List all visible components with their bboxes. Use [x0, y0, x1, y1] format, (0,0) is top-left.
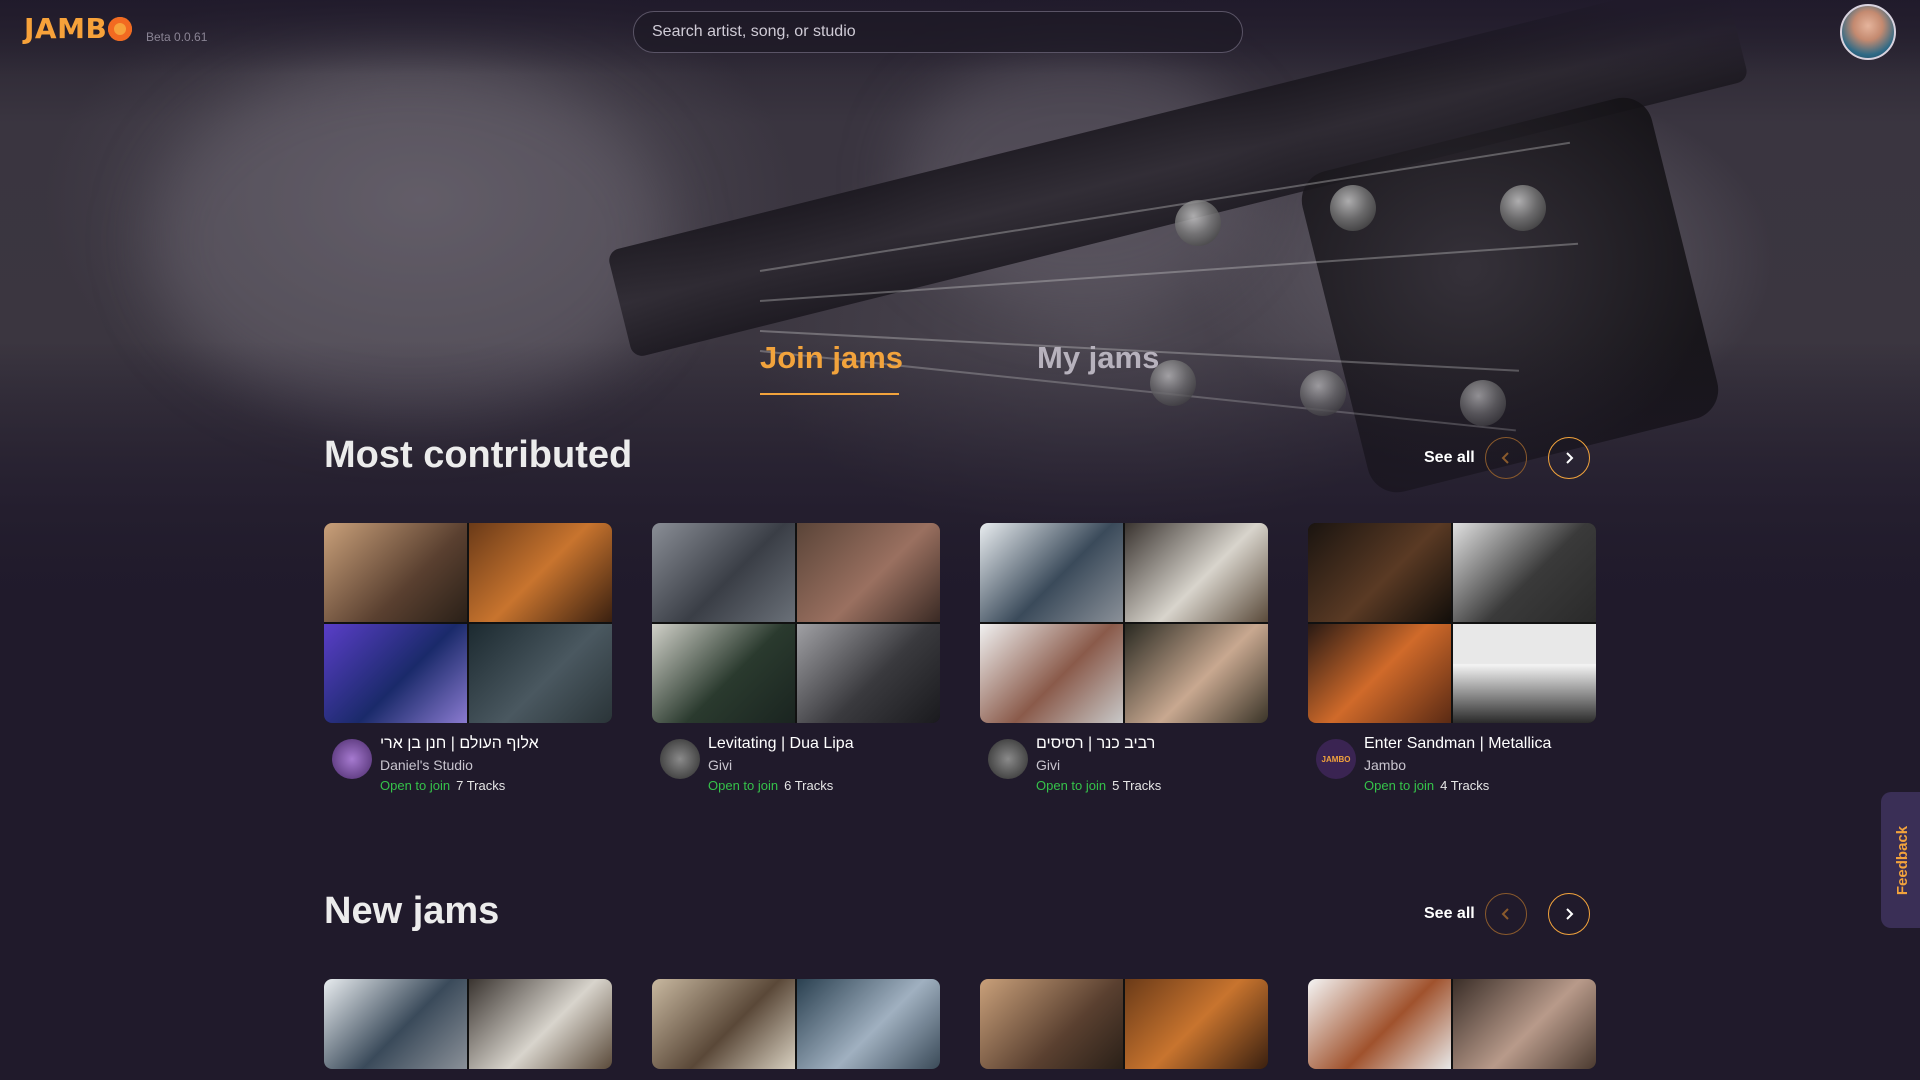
open-to-join-label: Open to join [1364, 778, 1435, 793]
studio-avatar [660, 739, 700, 779]
participant-thumbnail [1125, 523, 1268, 622]
track-count: 6 Tracks [784, 778, 834, 793]
jam-status: Open to join 7 Tracks [380, 778, 505, 793]
studio-avatar [332, 739, 372, 779]
chevron-left-icon [1501, 908, 1509, 920]
jam-title: Enter Sandman | Metallica [1364, 735, 1552, 752]
user-avatar[interactable] [1840, 4, 1896, 60]
participant-thumbnail [1308, 523, 1451, 622]
participant-thumbnail [797, 624, 940, 723]
participant-thumbnail [1453, 979, 1596, 1069]
jam-thumbnail-grid [1308, 523, 1596, 723]
studio-avatar: JAMBO [1316, 739, 1356, 779]
jam-thumbnail-grid [652, 979, 940, 1069]
feedback-label: Feedback [1894, 825, 1912, 895]
carousel-prev-button[interactable] [1485, 893, 1527, 935]
jam-card[interactable]: JAMBO Enter Sandman | Metallica Jambo Op… [1308, 523, 1596, 803]
participant-thumbnail [469, 523, 612, 622]
participant-thumbnail [324, 624, 467, 723]
chevron-right-icon [1566, 452, 1574, 464]
jam-thumbnail-grid [324, 979, 612, 1069]
jam-thumbnail-grid [980, 979, 1268, 1069]
carousel-next-button[interactable] [1548, 437, 1590, 479]
participant-thumbnail [324, 979, 467, 1069]
participant-thumbnail [980, 979, 1123, 1069]
see-all-new-jams[interactable]: See all [1424, 905, 1475, 923]
jam-status: Open to join 4 Tracks [1364, 778, 1489, 793]
studio-name: Jambo [1364, 757, 1407, 773]
participant-thumbnail [652, 979, 795, 1069]
active-tab-indicator [760, 393, 899, 395]
participant-thumbnail [797, 979, 940, 1069]
track-count: 5 Tracks [1112, 778, 1162, 793]
participant-thumbnail [1125, 624, 1268, 723]
jam-title: רביב כנר | רסיסים [1036, 735, 1156, 752]
track-count: 7 Tracks [456, 778, 506, 793]
jam-card[interactable] [324, 979, 612, 1069]
participant-thumbnail [469, 979, 612, 1069]
chevron-right-icon [1566, 908, 1574, 920]
jam-title: Levitating | Dua Lipa [708, 735, 854, 752]
search-input[interactable] [633, 11, 1243, 53]
tab-join-jams[interactable]: Join jams [760, 340, 903, 376]
participant-thumbnail [1308, 624, 1451, 723]
participant-thumbnail [1125, 979, 1268, 1069]
version-label: Beta 0.0.61 [146, 30, 208, 44]
participant-thumbnail [652, 624, 795, 723]
jam-card[interactable]: Levitating | Dua Lipa Givi Open to join 6… [652, 523, 940, 803]
open-to-join-label: Open to join [380, 778, 451, 793]
studio-name: Daniel's Studio [380, 757, 473, 773]
jam-card[interactable]: אלוף העולם | חנן בן ארי Daniel's Studio … [324, 523, 612, 803]
open-to-join-label: Open to join [1036, 778, 1107, 793]
participant-thumbnail [1308, 979, 1451, 1069]
participant-thumbnail [797, 523, 940, 622]
jam-thumbnail-grid [652, 523, 940, 723]
section-title-new-jams: New jams [324, 890, 500, 932]
section-title-most-contributed: Most contributed [324, 434, 633, 476]
feedback-button[interactable]: Feedback [1881, 792, 1920, 928]
track-count: 4 Tracks [1440, 778, 1490, 793]
participant-thumbnail [324, 523, 467, 622]
participant-thumbnail [980, 523, 1123, 622]
studio-name: Givi [708, 757, 733, 773]
jam-card[interactable] [652, 979, 940, 1069]
hero-background-image [0, 0, 1920, 620]
see-all-most-contributed[interactable]: See all [1424, 449, 1475, 467]
jam-thumbnail-grid [980, 523, 1268, 723]
chevron-left-icon [1501, 452, 1509, 464]
studio-name: Givi [1036, 757, 1061, 773]
participant-thumbnail [1453, 624, 1596, 723]
jam-thumbnail-grid [1308, 979, 1596, 1069]
top-bar: JAMB Beta 0.0.61 [0, 0, 1920, 62]
participant-thumbnail [652, 523, 795, 622]
jambo-logo[interactable]: JAMB [24, 12, 133, 45]
carousel-prev-button[interactable] [1485, 437, 1527, 479]
carousel-next-button[interactable] [1548, 893, 1590, 935]
participant-thumbnail [1453, 523, 1596, 622]
open-to-join-label: Open to join [708, 778, 779, 793]
jam-status: Open to join 5 Tracks [1036, 778, 1161, 793]
logo-text: JAMB [24, 12, 108, 45]
jam-card[interactable]: רביב כנר | רסיסים Givi Open to join 5 Tra… [980, 523, 1268, 803]
participant-thumbnail [980, 624, 1123, 723]
jam-thumbnail-grid [324, 523, 612, 723]
logo-o-icon [108, 17, 133, 41]
jam-card[interactable] [1308, 979, 1596, 1069]
jam-title: אלוף העולם | חנן בן ארי [380, 735, 539, 752]
jam-status: Open to join 6 Tracks [708, 778, 833, 793]
jam-card[interactable] [980, 979, 1268, 1069]
tab-my-jams[interactable]: My jams [1037, 340, 1159, 376]
studio-avatar [988, 739, 1028, 779]
participant-thumbnail [469, 624, 612, 723]
